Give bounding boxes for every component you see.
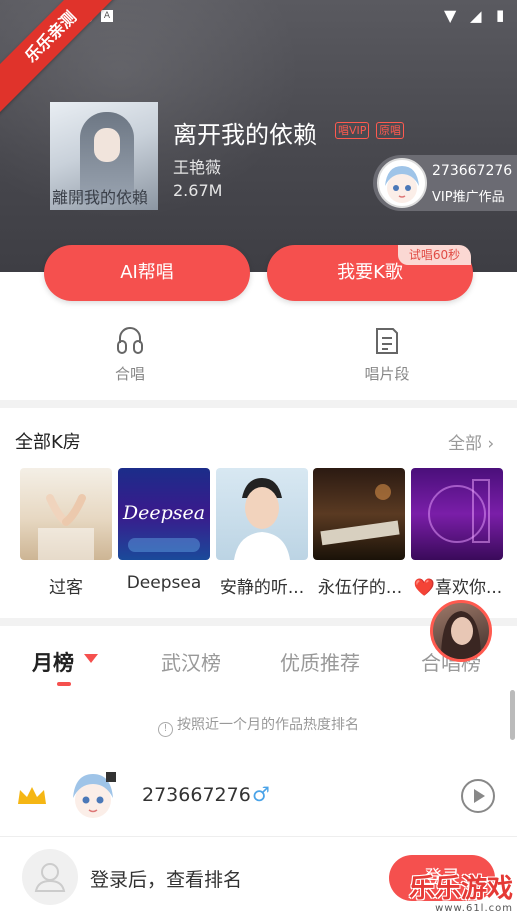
room-card-4[interactable] [313,468,405,560]
room-name-4[interactable]: 永伍仔的... [310,573,410,598]
user-icon [34,863,66,892]
signal-icon: ◢ [470,7,482,25]
cover-text: 離開我的依賴 [52,188,149,207]
tab-monthly[interactable]: 月榜 [32,647,74,677]
rank-row[interactable]: 273667276 ♂ [0,760,517,832]
tab-quality[interactable]: 优质推荐 [280,647,360,676]
chevron-right-icon: › [487,434,495,454]
studio-keyboard-image [320,484,400,546]
rooms-title: 全部K房 [15,432,81,453]
rank-user-name[interactable]: 273667276 [142,784,251,806]
info-icon: ! [158,722,173,737]
song-title: 离开我的依赖 [173,121,317,149]
lyrics-segment-icon [376,328,398,354]
ai-sing-button[interactable]: AI帮唱 [44,245,250,301]
male-icon: ♂ [252,782,270,806]
room-card-5[interactable] [411,468,503,560]
watermark-logo: 乐乐游戏 [408,874,513,904]
promo-label: VIP推广作品 [432,190,505,205]
room-card-3[interactable] [216,468,308,560]
crown-icon [18,787,46,804]
ranking-note-text: 按照近一个月的作品热度排名 [177,717,359,733]
segment-label: 唱片段 [364,365,410,383]
site-watermark: 乐乐游戏 www.61l.com [409,875,513,914]
segment-function[interactable]: 唱片段 [327,325,447,384]
chorus-function[interactable]: 合唱 [70,325,190,384]
room-name-2[interactable]: Deepsea [114,573,214,593]
room-name-5[interactable]: ❤️喜欢你... [408,573,508,598]
watermark-url: www.61l.com [435,903,513,914]
battery-icon: ▮ [496,6,505,24]
tab-monthly-label: 月榜 [32,651,74,675]
anime-avatar-icon [385,166,419,203]
headphones-icon [117,327,143,354]
singer-name[interactable]: 王艳薇 [173,154,221,178]
room-name-3[interactable]: 安静的听... [212,573,312,598]
cover-art-face [94,128,120,162]
room-card-2[interactable]: Deepsea [118,468,210,560]
song-cover: 離開我的依賴 [50,102,158,210]
room-name-1[interactable]: 过客 [16,573,116,598]
dropdown-arrow-icon[interactable] [84,654,98,663]
vip-promo-card[interactable]: 273667276 VIP推广作品 [373,155,517,211]
anime-avatar-icon [73,772,116,818]
tab-wuhan[interactable]: 武汉榜 [161,647,221,676]
portrait-image [234,478,290,560]
floating-player-avatar[interactable] [430,600,492,662]
purple-calligraphy-image [428,479,490,543]
trial-badge: 试唱60秒 [398,245,471,265]
deepsea-art-glow [128,538,200,552]
app-notification-icon: A [101,10,113,22]
chorus-label: 合唱 [114,365,145,383]
login-prompt: 登录后，查看排名 [90,869,243,891]
promo-user-id: 273667276 [432,163,513,179]
room-card-1[interactable] [20,468,112,560]
section-divider [0,400,517,408]
rooms-all-label: 全部 [448,434,482,454]
promo-avatar [377,158,427,208]
holding-hands-image [38,494,94,560]
wifi-icon: ▼ [444,6,457,25]
original-tag: 原唱 [376,122,404,139]
active-tab-indicator [57,682,71,686]
rooms-all-link[interactable]: 全部 › [448,429,494,454]
rank-avatar[interactable] [66,766,120,826]
ranking-note: ! 按照近一个月的作品热度排名 [0,714,517,737]
vip-tag: 唱VIP [335,122,370,139]
play-count: 2.67M [173,181,223,200]
floating-avatar-image [441,611,481,659]
deepsea-art-text: Deepsea [122,502,206,524]
play-icon[interactable] [460,778,496,814]
default-avatar[interactable] [22,849,78,905]
